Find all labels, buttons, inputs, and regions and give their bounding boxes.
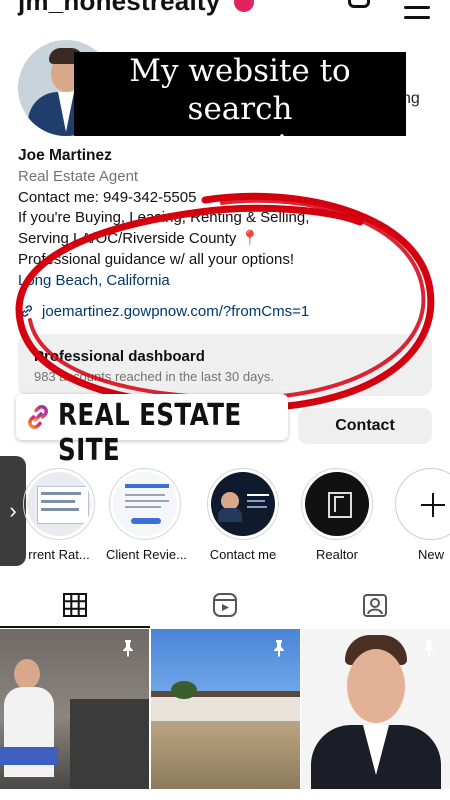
profile-link[interactable]: joemartinez.gowpnow.com/?fromCms=1 [20, 303, 309, 320]
real-estate-site-sticker[interactable]: REAL ESTATE SITE [16, 394, 288, 468]
profile-tabs [0, 588, 450, 628]
highlight-label: New [417, 547, 444, 562]
bio-line-contact: Contact me: 949-342-5505 [18, 188, 197, 206]
pin-icon [274, 640, 284, 657]
profile-category: Real Estate Agent [18, 167, 139, 185]
profile-username: jm_honestrealty [18, 0, 221, 16]
dashboard-title: Professional dashboard [34, 348, 205, 365]
dashboard-subtitle: 983 accounts reached in the last 30 days… [34, 369, 274, 384]
menu-icon[interactable] [404, 0, 430, 26]
post-thumbnail[interactable] [0, 629, 149, 789]
active-tab-indicator [0, 626, 150, 628]
highlight-label: rrent Rat... [28, 547, 90, 562]
tagged-tab-icon[interactable] [362, 592, 388, 618]
highlight-label: Realtor [316, 547, 358, 562]
overlay-banner: My website to search properties [74, 52, 406, 165]
sticker-label: REAL ESTATE SITE [58, 398, 242, 468]
highlight-label: Contact me [209, 547, 277, 562]
overlay-banner-line1: My website to search [129, 53, 351, 127]
bio-line-services: If you're Buying, Leasing, Renting & Sel… [18, 209, 310, 227]
highlight-label: Client Revie... [106, 547, 187, 562]
profile-bio: Joe Martinez Real Estate Agent Contact m… [18, 146, 438, 292]
profile-name: Joe Martinez [18, 147, 112, 164]
posts-grid [0, 629, 450, 800]
bio-line-area: Serving LA/OC/Riverside County 📍 [18, 230, 260, 248]
pin-icon [424, 640, 434, 657]
highlight-realtor[interactable]: Realtor [298, 468, 376, 562]
link-icon [22, 305, 32, 317]
highlight-client-reviews[interactable]: Client Revie... [106, 468, 187, 562]
contact-button[interactable]: Contact [298, 408, 432, 444]
highlight-current-rates[interactable]: rrent Rat... [20, 468, 98, 562]
verified-badge-icon [234, 0, 254, 12]
highlight-contact-me[interactable]: Contact me [204, 468, 282, 562]
highlight-new[interactable]: New [392, 468, 450, 562]
post-thumbnail[interactable] [151, 629, 300, 789]
link-sticker-icon [28, 405, 48, 429]
reels-tab-icon[interactable] [212, 592, 238, 618]
post-thumbnail[interactable] [301, 629, 450, 789]
profile-link-text[interactable]: joemartinez.gowpnow.com/?fromCms=1 [42, 303, 309, 320]
profile-location[interactable]: Long Beach, California [18, 271, 438, 292]
pin-icon [123, 640, 133, 657]
grid-tab-icon[interactable] [62, 592, 88, 618]
add-post-icon[interactable] [348, 0, 370, 8]
bio-line-guidance: Professional guidance w/ all your option… [18, 250, 294, 268]
professional-dashboard[interactable]: Professional dashboard 983 accounts reac… [18, 334, 432, 396]
